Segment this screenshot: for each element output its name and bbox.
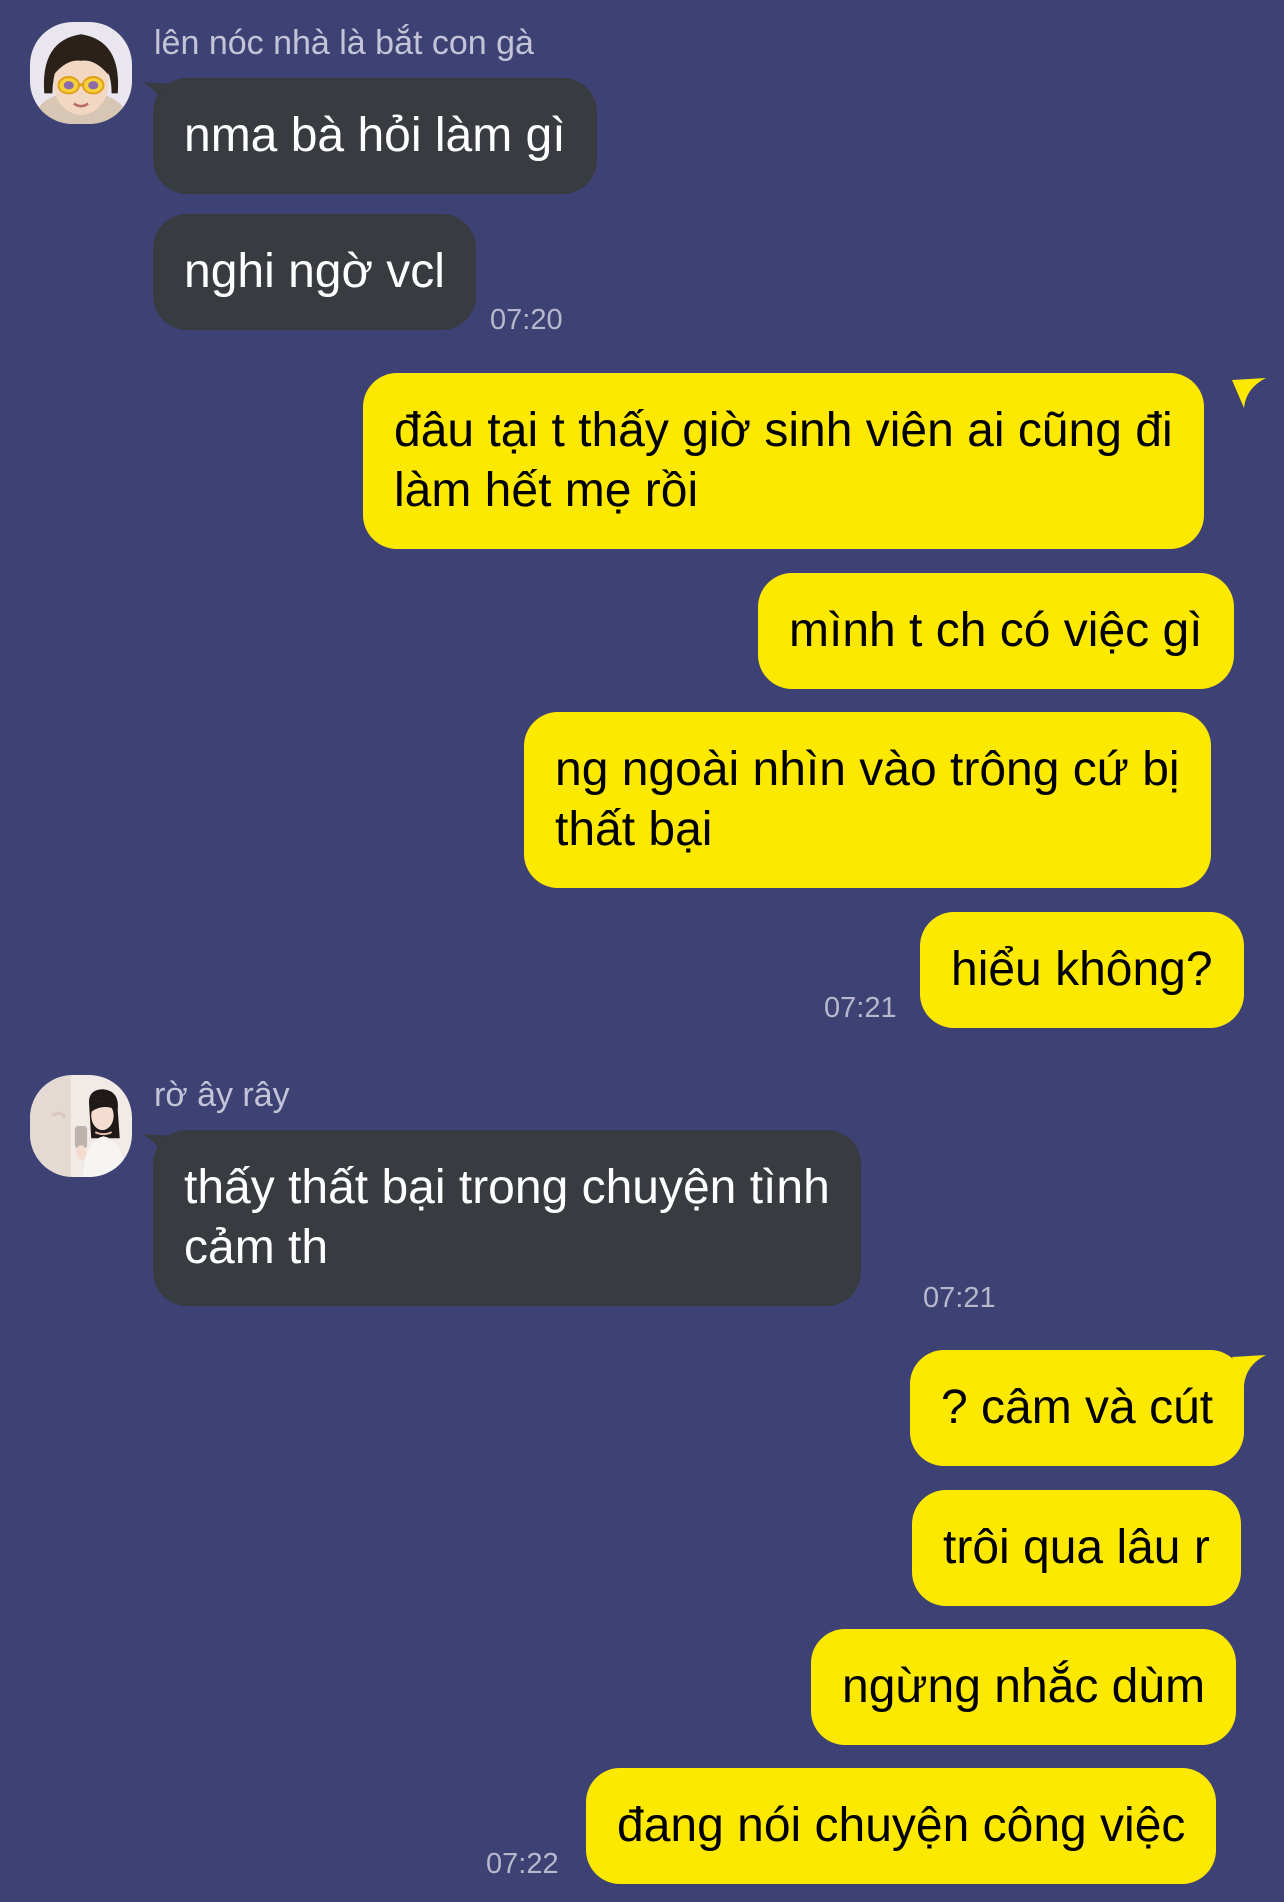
outgoing-bubble-tail — [1232, 374, 1266, 408]
outgoing-message[interactable]: ? câm và cút — [910, 1350, 1245, 1466]
outgoing-message[interactable]: mình t ch có việc gì — [758, 573, 1234, 689]
girl-selfie-avatar[interactable] — [30, 1075, 132, 1177]
outgoing-message[interactable]: ng ngoài nhìn vào trông cứ bị thất bại — [524, 712, 1211, 888]
sender-name: lên nóc nhà là bắt con gà — [154, 24, 534, 62]
sender-name: rờ ây rây — [154, 1076, 290, 1114]
message-timestamp: 07:21 — [824, 992, 897, 1024]
incoming-message[interactable]: nma bà hỏi làm gì — [153, 78, 597, 194]
chat-screen: { "colors": { "background": "#3e4173", "… — [0, 0, 1284, 1902]
message-timestamp: 07:21 — [923, 1282, 996, 1314]
outgoing-message[interactable]: ngừng nhắc dùm — [811, 1629, 1237, 1745]
incoming-message[interactable]: thấy thất bại trong chuyện tình cảm th — [153, 1130, 861, 1306]
outgoing-message[interactable]: đang nói chuyện công việc — [586, 1768, 1217, 1884]
message-timestamp: 07:20 — [490, 304, 563, 336]
outgoing-message[interactable]: hiểu không? — [920, 912, 1244, 1028]
outgoing-message[interactable]: trôi qua lâu r — [912, 1490, 1241, 1606]
girl-with-yellow-glasses-avatar[interactable] — [30, 22, 132, 124]
message-timestamp: 07:22 — [486, 1848, 559, 1880]
incoming-message[interactable]: nghi ngờ vcl — [153, 214, 476, 330]
outgoing-message[interactable]: đâu tại t thấy giờ sinh viên ai cũng đi … — [363, 373, 1204, 549]
